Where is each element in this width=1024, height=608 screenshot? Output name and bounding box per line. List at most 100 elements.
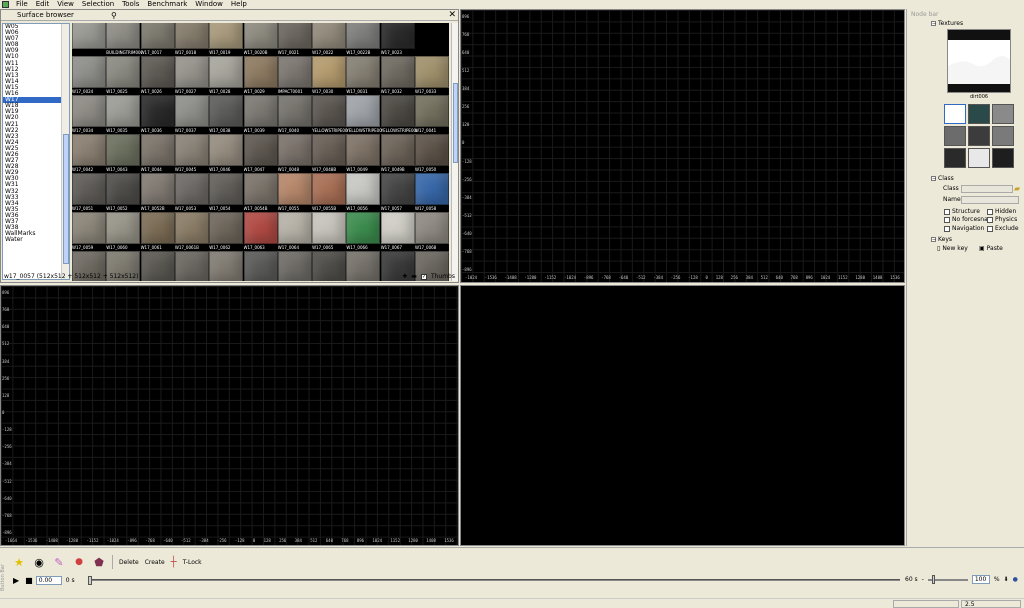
texture-tile[interactable] (140, 23, 175, 49)
texture-tile[interactable] (140, 134, 175, 166)
texture-tile[interactable] (106, 212, 141, 244)
zoom-field[interactable]: 100 (971, 575, 990, 584)
zoom-slider[interactable] (927, 574, 968, 584)
texture-tile[interactable] (380, 56, 415, 88)
menu-help[interactable]: Help (227, 0, 251, 8)
new-key-button[interactable]: ▯ New key (937, 245, 968, 252)
texture-tile[interactable] (277, 212, 312, 244)
checkbox-box[interactable] (944, 225, 950, 232)
texture-tile[interactable] (243, 23, 278, 49)
texture-tile[interactable] (312, 23, 347, 49)
texture-tile[interactable] (106, 173, 141, 205)
checkbox-box[interactable] (987, 208, 993, 215)
texture-thumb[interactable] (992, 104, 1014, 124)
checkbox-box[interactable] (944, 216, 950, 223)
texture-tile[interactable] (209, 23, 244, 49)
texture-tile[interactable] (312, 173, 347, 205)
texture-tile[interactable] (243, 134, 278, 166)
camera-tool-icon[interactable]: ◉ (32, 555, 46, 569)
pin-icon[interactable]: ⚲ (111, 11, 117, 20)
texture-thumb[interactable] (992, 148, 1014, 168)
texture-tile[interactable] (277, 23, 312, 49)
texture-tile[interactable] (415, 173, 449, 205)
zoom-in-icon[interactable]: ✚ (402, 273, 407, 280)
texture-thumb[interactable] (992, 126, 1014, 146)
stop-icon[interactable]: ■ (25, 576, 33, 585)
texture-tile[interactable] (380, 23, 415, 49)
texture-tile[interactable] (72, 212, 106, 244)
class-section[interactable]: − Class (931, 175, 954, 182)
texture-tile[interactable] (174, 173, 209, 205)
time-field[interactable]: 0.00 (35, 575, 62, 585)
collapse-icon[interactable]: − (931, 237, 936, 243)
viewport-bottom-left[interactable]: 896 768 640 512 384 256 128 0 -128 -256 -384 -512 -6… (0, 285, 459, 546)
menu-selection[interactable]: Selection (78, 0, 118, 8)
star-tool-icon[interactable]: ★ (12, 555, 26, 569)
class-field[interactable] (961, 185, 1013, 193)
collapse-icon[interactable]: − (931, 21, 936, 27)
record-tool-icon[interactable]: ● (72, 555, 86, 569)
texture-tile[interactable] (415, 56, 449, 88)
texture-tile[interactable] (209, 173, 244, 205)
zoom-out-icon[interactable]: ▬ (411, 273, 417, 280)
texture-tile[interactable] (106, 23, 141, 49)
globe-icon[interactable]: ● (1013, 576, 1018, 583)
menu-view[interactable]: View (53, 0, 78, 8)
keys-section[interactable]: − Keys (931, 236, 952, 243)
create-button[interactable]: Create (145, 559, 165, 566)
name-field[interactable] (961, 196, 1019, 204)
texture-tile[interactable] (72, 56, 106, 88)
folder-icon[interactable]: ▰ (1014, 184, 1020, 193)
structure-checkbox[interactable]: Structure (944, 208, 980, 215)
texture-tile[interactable] (415, 212, 449, 244)
texture-tile[interactable] (243, 56, 278, 88)
texture-thumb[interactable] (968, 148, 990, 168)
texture-tile[interactable] (140, 56, 175, 88)
exclude-checkbox[interactable]: Exclude (987, 225, 1019, 232)
no-forcesnap-checkbox[interactable]: No forcesnap (944, 216, 992, 223)
menu-benchmark[interactable]: Benchmark (143, 0, 191, 8)
paste-button[interactable]: ▣ Paste (979, 245, 1003, 252)
surface-list-item[interactable]: Water (3, 237, 69, 243)
texture-tile[interactable] (243, 173, 278, 205)
delete-button[interactable]: Delete (119, 559, 139, 566)
texture-tile[interactable] (380, 95, 415, 127)
close-icon[interactable]: ✕ (448, 10, 456, 20)
shield-tool-icon[interactable]: ⬟ (92, 555, 106, 569)
checkbox-box[interactable] (987, 216, 993, 223)
texture-tile[interactable] (312, 56, 347, 88)
texture-tile[interactable] (72, 23, 106, 49)
texture-tile[interactable] (415, 134, 449, 166)
texture-tile[interactable] (106, 95, 141, 127)
texture-tile[interactable] (277, 134, 312, 166)
timeline-track[interactable] (88, 576, 900, 585)
surface-category-list[interactable]: W05 W06 W07 W08 W09 W10 W11 W12 W13 W14 W15 W16 W17 W… (2, 23, 70, 280)
texture-tile[interactable] (174, 56, 209, 88)
texture-tile[interactable] (346, 56, 381, 88)
zoom-slider-handle[interactable] (931, 574, 935, 584)
texture-thumb[interactable] (944, 104, 966, 124)
texture-tile[interactable] (346, 173, 381, 205)
menu-file[interactable]: File (12, 0, 32, 8)
texture-tile[interactable] (174, 95, 209, 127)
texture-tile[interactable] (209, 56, 244, 88)
texture-tile[interactable] (106, 56, 141, 88)
texture-tile[interactable] (312, 212, 347, 244)
texture-tile[interactable] (277, 56, 312, 88)
menu-edit[interactable]: Edit (32, 0, 54, 8)
texture-tile[interactable] (346, 23, 381, 49)
checkbox-box[interactable] (944, 208, 950, 215)
texture-tile[interactable] (346, 212, 381, 244)
menu-tools[interactable]: Tools (118, 0, 143, 8)
texture-tile[interactable] (72, 134, 106, 166)
texture-thumbnails[interactable] (944, 104, 1014, 168)
checkbox-box[interactable] (987, 225, 993, 232)
tlock-button[interactable]: T-Lock (183, 559, 202, 566)
texture-tile[interactable] (380, 173, 415, 205)
texture-tile[interactable] (346, 134, 381, 166)
texture-thumb[interactable] (968, 126, 990, 146)
texture-tile[interactable] (106, 134, 141, 166)
texture-tile[interactable] (312, 134, 347, 166)
texture-tile[interactable] (277, 173, 312, 205)
down-arrow-icon[interactable]: ⬇ (1004, 576, 1009, 583)
